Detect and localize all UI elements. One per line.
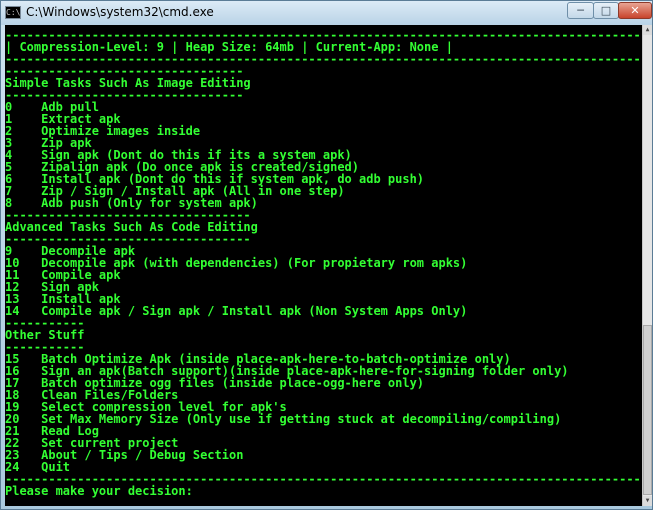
menu-option: 2 Optimize images inside [5,124,201,138]
scrollbar-thumb[interactable] [643,325,652,495]
menu-option: 14 Compile apk / Sign apk / Install apk … [5,304,468,318]
close-button[interactable]: ✕ [618,2,652,19]
menu-option: 11 Compile apk [5,268,121,282]
title-bar[interactable]: C:\ C:\Windows\system32\cmd.exe ─ □ ✕ [1,1,652,25]
vertical-scrollbar[interactable]: ▲ ▼ [642,25,652,506]
cmd-window: C:\ C:\Windows\system32\cmd.exe ─ □ ✕ --… [0,0,653,510]
menu-option: 23 About / Tips / Debug Section [5,448,244,462]
scroll-down-icon[interactable]: ▼ [643,496,652,506]
console-text: ----------------------------------------… [5,25,642,497]
maximize-button[interactable]: □ [593,2,619,19]
input-prompt[interactable]: Please make your decision: [5,485,642,497]
section-heading-other: Other Stuff [5,328,85,342]
console-line: --------------------------------- [5,88,244,102]
minimize-button[interactable]: ─ [567,2,594,19]
console-output[interactable]: ----------------------------------------… [5,25,642,506]
window-title: C:\Windows\system32\cmd.exe [26,5,214,19]
console-line: ----------- [5,316,85,330]
cmd-app-icon[interactable]: C:\ [5,6,21,19]
scroll-up-icon[interactable]: ▲ [643,25,652,35]
menu-option: 20 Set Max Memory Size (Only use if gett… [5,412,562,426]
